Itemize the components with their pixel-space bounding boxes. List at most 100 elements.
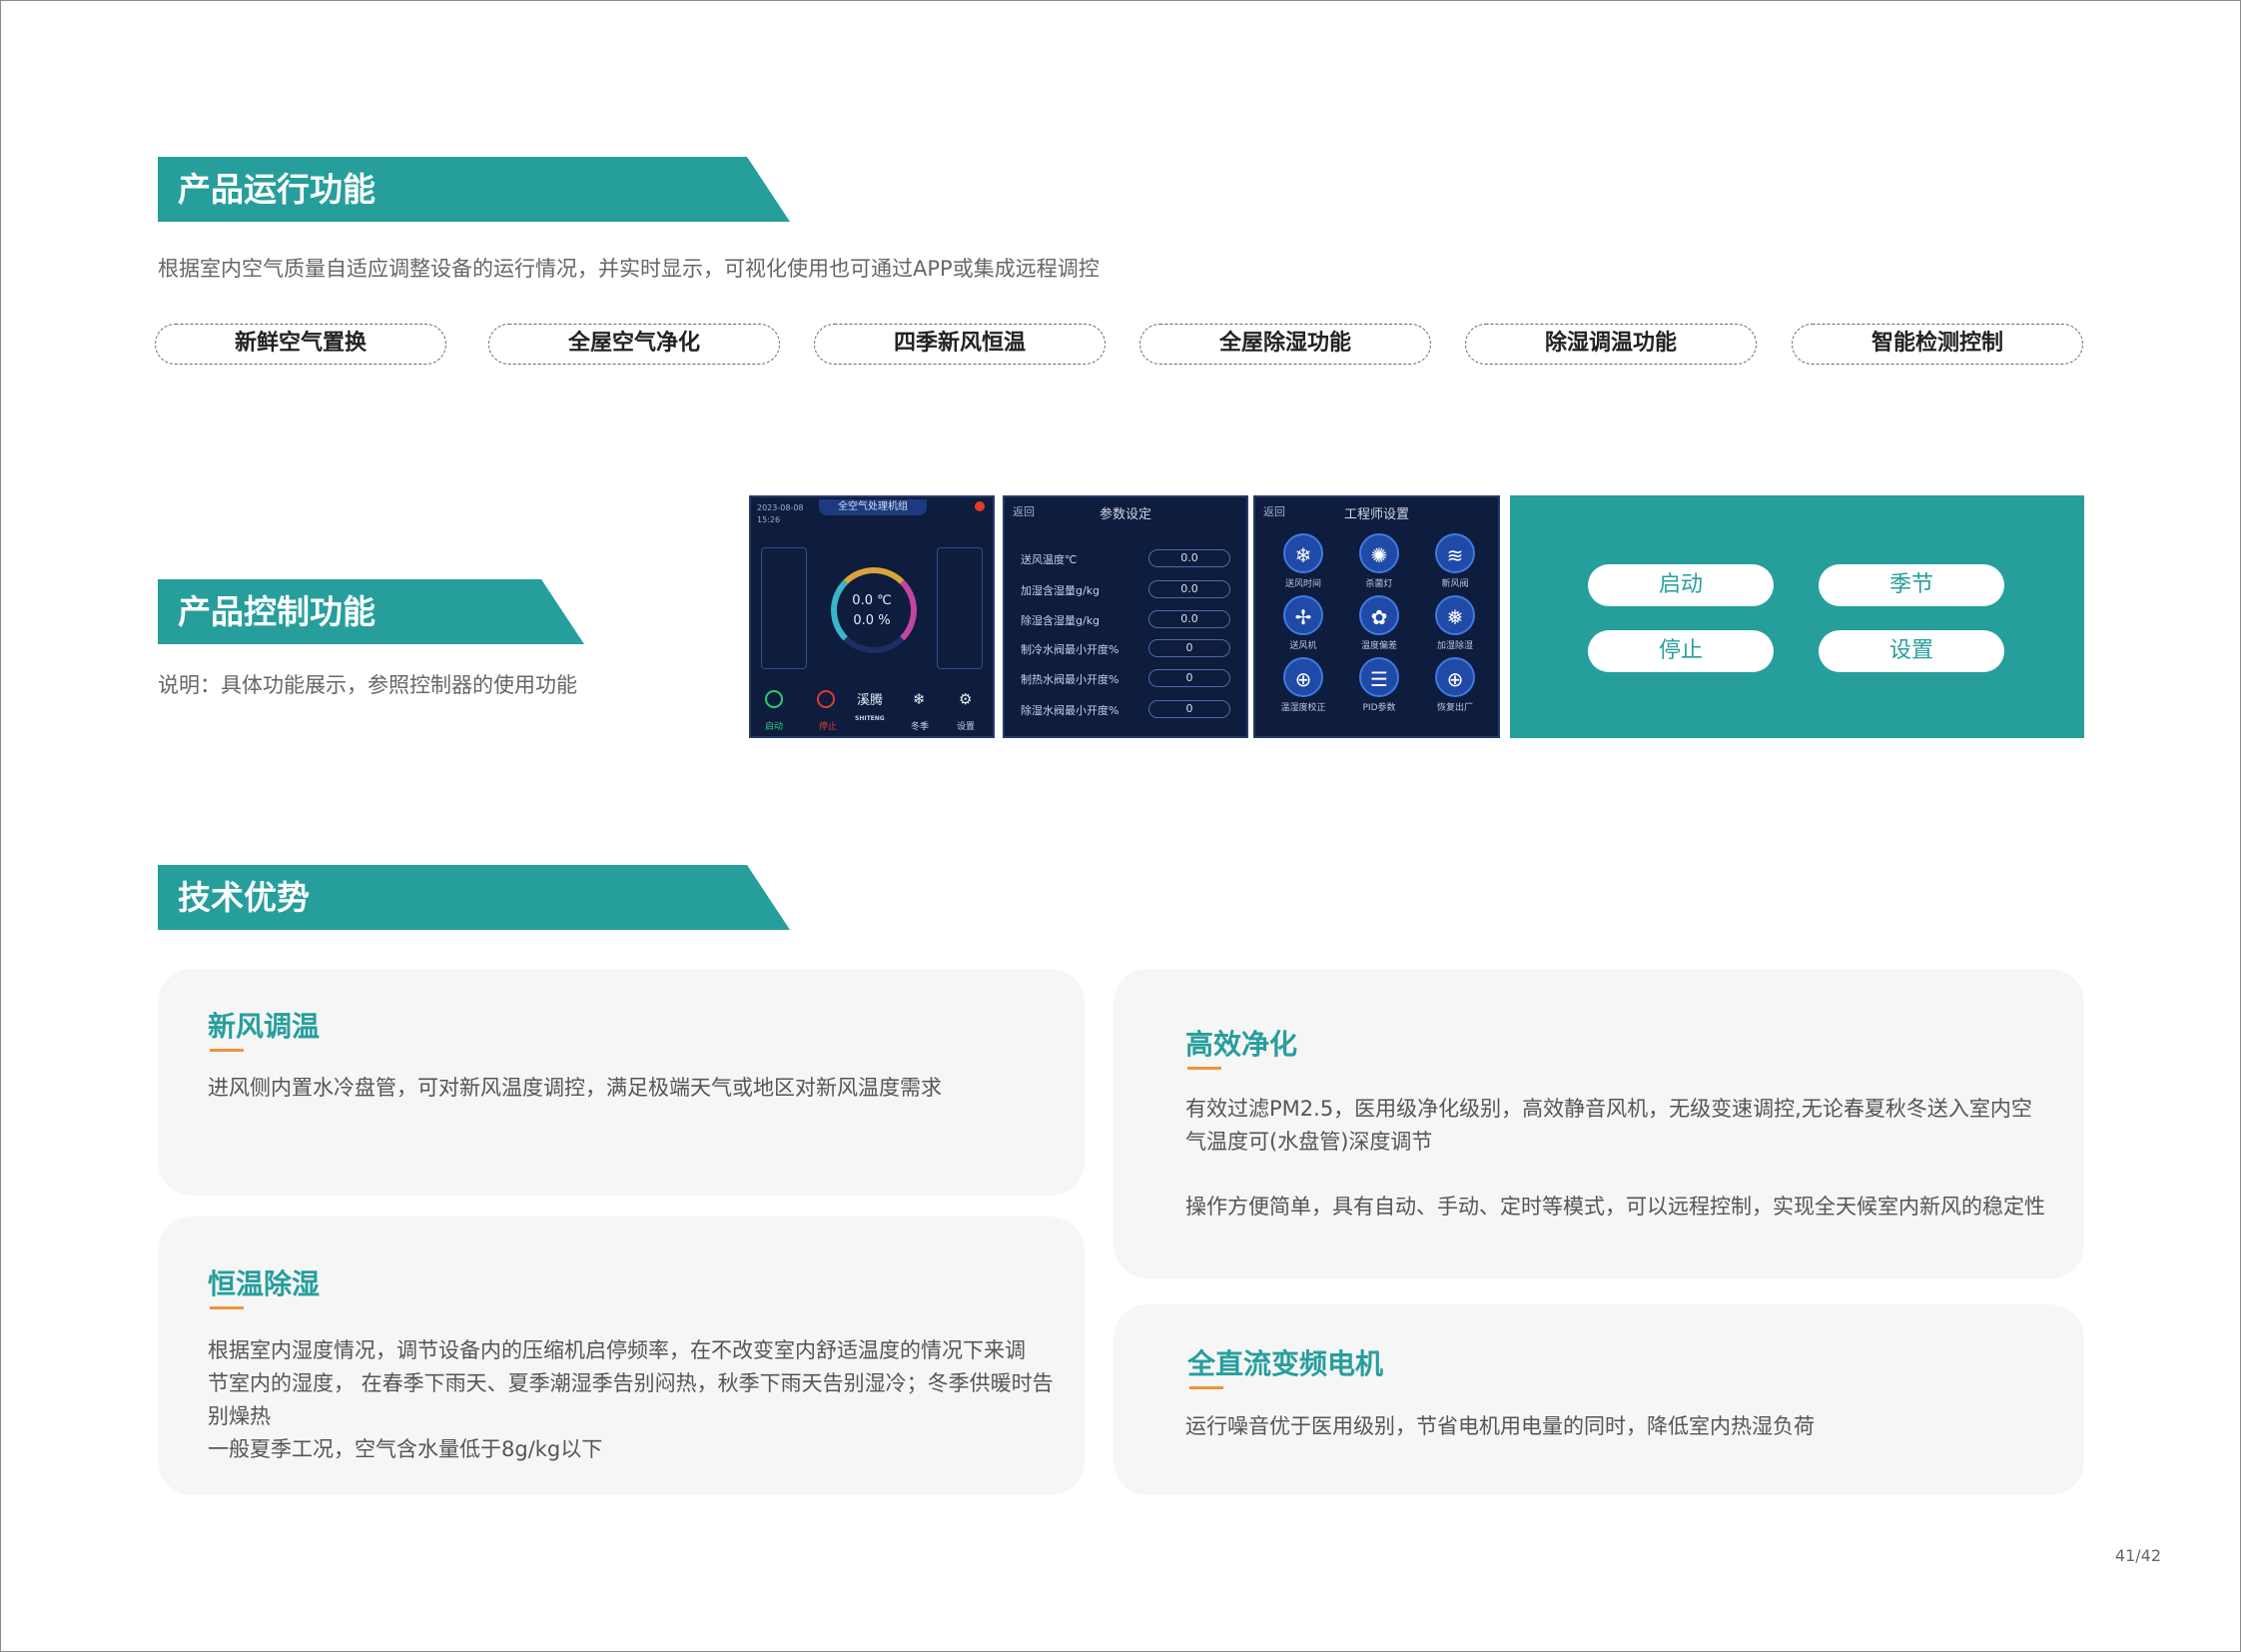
screen-time: 15:26 — [757, 515, 781, 524]
param-value[interactable]: 0.0 — [1148, 610, 1230, 628]
settings-gear-icon[interactable]: ⚙ — [959, 690, 972, 708]
wind-icon: ≋ — [1435, 533, 1475, 573]
restore-shield-icon: ⊕ — [1435, 657, 1475, 697]
card-text: 进风侧内置水冷盘管，可对新风温度调控，满足极端天气或地区对新风温度需求 — [208, 1076, 942, 1100]
feature-pill-purification: 全屋空气净化 — [488, 324, 780, 365]
snowflake-icon: ❄ — [1283, 533, 1323, 573]
param-value[interactable]: 0 — [1148, 700, 1230, 718]
control-buttons-panel: 启动 季节 停止 设置 — [1510, 495, 2084, 738]
card-text: 别燥热 — [208, 1404, 271, 1428]
advantage-card-dc-motor: 全直流变频电机 运行噪音优于医用级别，节省电机用电量的同时，降低室内热湿负荷 — [1114, 1304, 2084, 1495]
feature-pill-smart-control: 智能检测控制 — [1792, 324, 2083, 365]
screen-title: 工程师设置 — [1343, 507, 1409, 522]
feature-pill-constant-temp: 四季新风恒温 — [814, 324, 1106, 365]
card-title-underline — [210, 1306, 244, 1309]
season-button[interactable]: 季节 — [1819, 564, 2004, 606]
card-text: 一般夏季工况，空气含水量低于8g/kg以下 — [208, 1437, 603, 1461]
sliders-icon: ☰ — [1359, 657, 1399, 697]
right-status-panel — [937, 547, 983, 669]
screen-btn-label-settings: 设置 — [957, 722, 976, 732]
stop-power-icon[interactable] — [817, 690, 835, 708]
card-title: 全直流变频电机 — [1187, 1347, 1384, 1380]
param-value[interactable]: 0 — [1148, 639, 1230, 657]
start-power-icon[interactable] — [765, 690, 783, 708]
screen-btn-label-start: 启动 — [765, 722, 784, 732]
screen-title-bar: 全空气处理机组 — [819, 499, 927, 515]
settings-button[interactable]: 设置 — [1819, 630, 2004, 672]
engineer-item[interactable]: ⊕ 恢复出厂 — [1427, 657, 1483, 713]
param-value[interactable]: 0 — [1148, 669, 1230, 687]
card-text: 有效过滤PM2.5，医用级净化级别，高效静音风机，无级变速调控,无论春夏秋冬送入… — [1185, 1097, 2032, 1121]
section-title-control: 产品控制功能 — [158, 579, 584, 644]
temperature-offset-icon: ✿ — [1359, 595, 1399, 635]
screen-date: 2023-08-08 — [757, 503, 804, 512]
section-title-advantages: 技术优势 — [158, 865, 790, 930]
engineer-item[interactable]: ❅ 加湿除湿 — [1427, 595, 1483, 651]
param-value[interactable]: 0.0 — [1148, 580, 1230, 598]
param-label: 制冷水阀最小开度% — [1021, 643, 1120, 656]
page-number: 41/42 — [2114, 1546, 2161, 1565]
gauge-ring — [831, 567, 917, 653]
engineer-item-label: 送风机 — [1289, 641, 1317, 651]
fan-icon: ✢ — [1283, 595, 1323, 635]
controller-screen-engineer: 返回 工程师设置 ❄ 送风时间 ✺ 杀菌灯 ≋ 新风阀 ✢ 送风机 ✿ 温度偏差… — [1253, 495, 1500, 738]
operation-description: 根据室内空气质量自适应调整设备的运行情况，并实时显示，可视化使用也可通过APP或… — [158, 257, 1100, 281]
left-status-panel — [761, 547, 807, 669]
season-snow-icon[interactable]: ❄ — [913, 690, 926, 708]
screen-alarm-icon — [975, 501, 985, 511]
engineer-item[interactable]: ✿ 温度偏差 — [1351, 595, 1407, 651]
engineer-item-label: 温湿度校正 — [1280, 703, 1326, 713]
engineer-item[interactable]: ≋ 新风阀 — [1427, 533, 1483, 589]
section-title-operation: 产品运行功能 — [158, 157, 790, 222]
advantage-card-fresh-air-temp: 新风调温 进风侧内置水冷盘管，可对新风温度调控，满足极端天气或地区对新风温度需求 — [158, 969, 1085, 1196]
control-description: 说明：具体功能展示，参照控制器的使用功能 — [158, 673, 577, 697]
card-title: 恒温除湿 — [208, 1267, 321, 1300]
engineer-item-label: 杀菌灯 — [1365, 579, 1393, 589]
advantage-card-purification: 高效净化 有效过滤PM2.5，医用级净化级别，高效静音风机，无级变速调控,无论春… — [1114, 969, 2084, 1278]
param-label: 加湿含湿量g/kg — [1021, 584, 1101, 597]
engineer-item[interactable]: ☰ PID参数 — [1351, 657, 1407, 713]
card-title: 高效净化 — [1185, 1028, 1298, 1061]
engineer-item-label: 送风时间 — [1284, 579, 1321, 589]
feature-pill-dehumidify-temp: 除湿调温功能 — [1465, 324, 1757, 365]
engineer-item[interactable]: ✢ 送风机 — [1275, 595, 1331, 651]
card-text: 操作方便简单，具有自动、手动、定时等模式，可以远程控制，实现全天候室内新风的稳定… — [1185, 1195, 2045, 1219]
screen-btn-label-season: 冬季 — [911, 722, 930, 732]
engineer-item-label: PID参数 — [1362, 703, 1396, 713]
gauge-temp: 0.0 ℃ — [852, 593, 892, 608]
engineer-item-label: 新风阀 — [1441, 579, 1469, 589]
param-value[interactable]: 0.0 — [1148, 549, 1230, 567]
feature-pill-fresh-air: 新鲜空气置换 — [155, 324, 446, 365]
card-title-underline — [1187, 1067, 1221, 1070]
advantage-card-constant-temp-dehumidify: 恒温除湿 根据室内湿度情况，调节设备内的压缩机启停频率，在不改变室内舒适温度的情… — [158, 1217, 1085, 1495]
param-label: 除湿水阀最小开度% — [1021, 704, 1120, 717]
card-text: 节室内的湿度， 在春季下雨天、夏季潮湿季告别闷热，秋季下雨天告别湿冷；冬季供暖时… — [208, 1371, 1054, 1395]
card-title-underline — [210, 1049, 244, 1052]
param-label: 制热水阀最小开度% — [1021, 673, 1120, 686]
screen-btn-label-stop: 停止 — [819, 722, 838, 732]
shield-plus-icon: ⊕ — [1283, 657, 1323, 697]
controller-screen-main: 全空气处理机组 2023-08-08 15:26 0.0 ℃ 0.0 % 溪腾 … — [749, 495, 995, 738]
card-text: 运行噪音优于医用级别，节省电机用电量的同时，降低室内热湿负荷 — [1185, 1414, 1815, 1438]
stop-button[interactable]: 停止 — [1588, 630, 1774, 672]
card-title: 新风调温 — [208, 1010, 321, 1043]
card-title-underline — [1189, 1386, 1223, 1389]
engineer-item-label: 恢复出厂 — [1436, 703, 1473, 713]
param-label: 送风温度℃ — [1021, 553, 1078, 566]
engineer-item-label: 加湿除湿 — [1436, 641, 1473, 651]
card-text: 气温度可(水盘管)深度调节 — [1185, 1130, 1433, 1154]
card-text: 根据室内湿度情况，调节设备内的压缩机启停频率，在不改变室内舒适温度的情况下来调 — [208, 1338, 1026, 1362]
engineer-item[interactable]: ⊕ 温湿度校正 — [1275, 657, 1331, 713]
controller-screen-params: 返回 参数设定 送风温度℃ 0.0 加湿含湿量g/kg 0.0 除湿含湿量g/k… — [1003, 495, 1248, 738]
engineer-item[interactable]: ❄ 送风时间 — [1275, 533, 1331, 589]
screen-brand: 溪腾 — [857, 693, 884, 708]
gauge-humidity: 0.0 % — [853, 613, 891, 628]
screen-title: 参数设定 — [1099, 507, 1151, 522]
start-button[interactable]: 启动 — [1588, 564, 1774, 606]
feature-pill-dehumidify: 全屋除湿功能 — [1139, 324, 1431, 365]
engineer-item[interactable]: ✺ 杀菌灯 — [1351, 533, 1407, 589]
screen-brand-en: SHITENG — [855, 715, 885, 722]
param-label: 除湿含湿量g/kg — [1021, 614, 1101, 627]
engineer-item-label: 温度偏差 — [1360, 641, 1397, 651]
humidify-icon: ❅ — [1435, 595, 1475, 635]
